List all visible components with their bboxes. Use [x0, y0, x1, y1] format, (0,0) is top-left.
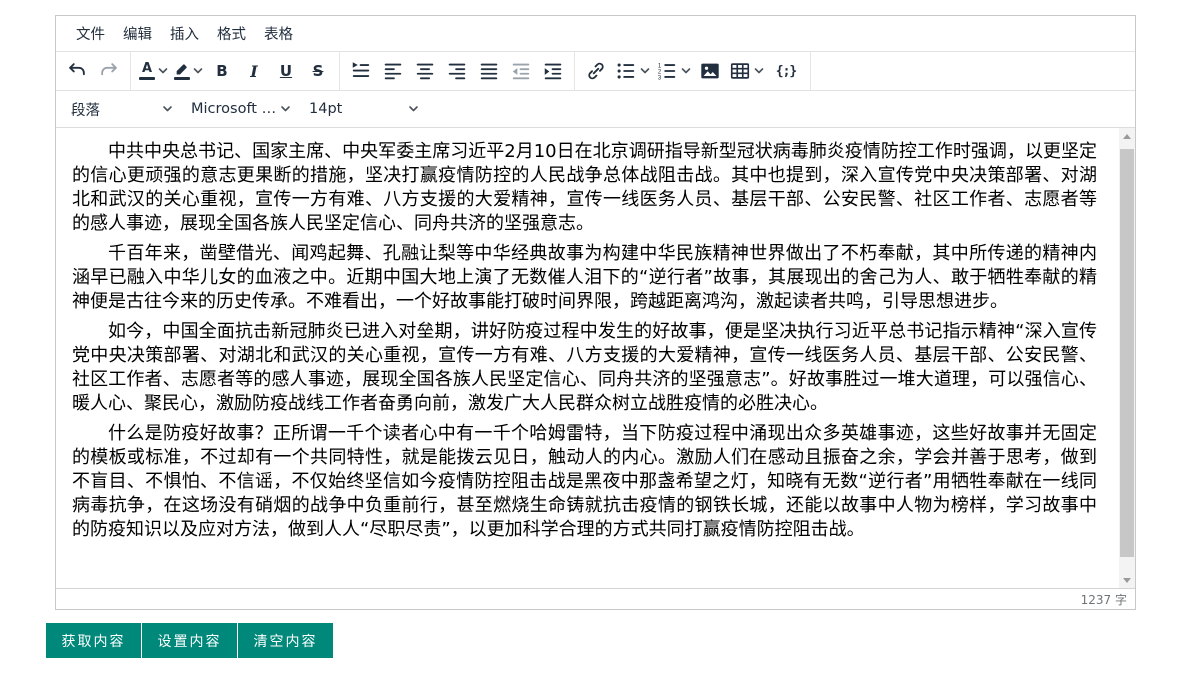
align-center-button[interactable] [409, 56, 441, 86]
paragraph: 如今，中国全面抗击新冠肺炎已进入对垒期，讲好防疫过程中发生的好故事，便是坚决执行… [72, 320, 1097, 416]
triangle-up-icon [1123, 134, 1131, 139]
set-content-button[interactable]: 设置内容 [142, 623, 237, 658]
bold-button[interactable]: B [206, 56, 238, 86]
strikethrough-button[interactable]: S [302, 56, 334, 86]
image-icon [699, 60, 721, 82]
font-size-value: 14pt [309, 101, 342, 117]
indent-icon [542, 60, 564, 82]
paragraph: 什么是防疫好故事？正所谓一千个读者心中有一千个哈姆雷特，当下防疫过程中涌现出众多… [72, 422, 1097, 542]
menubar: 文件 编辑 插入 格式 表格 [56, 16, 1135, 52]
get-content-button[interactable]: 获取内容 [46, 623, 141, 658]
link-icon [585, 60, 607, 82]
menu-edit[interactable]: 编辑 [114, 19, 161, 48]
scroll-up-arrow[interactable] [1119, 128, 1135, 144]
toolbar-group-fonts: A B I U S [131, 52, 340, 90]
redo-icon [98, 60, 120, 82]
chevron-down-icon[interactable] [640, 67, 650, 75]
highlight-color-button[interactable] [171, 56, 206, 86]
menu-insert[interactable]: 插入 [161, 19, 208, 48]
triangle-down-icon [1123, 578, 1131, 583]
text-color-icon: A [139, 63, 155, 80]
bullet-list-button[interactable] [612, 56, 653, 86]
bullet-list-icon [615, 60, 637, 82]
align-left-button[interactable] [377, 56, 409, 86]
menu-format[interactable]: 格式 [208, 19, 255, 48]
indent-button[interactable] [537, 56, 569, 86]
outdent-icon [510, 60, 532, 82]
chevron-down-icon[interactable] [681, 67, 691, 75]
align-center-icon [414, 60, 436, 82]
editor-document[interactable]: 中共中央总书记、国家主席、中央军委主席习近平2月10日在北京调研指导新型冠状病毒… [56, 128, 1135, 588]
insert-image-button[interactable] [694, 56, 726, 86]
toolbar-group-history [56, 52, 131, 90]
outdent-button[interactable] [505, 56, 537, 86]
toolbar-spacer [811, 52, 1135, 90]
paragraph: 千百年来，凿壁借光、闻鸡起舞、孔融让梨等中华经典故事为构建中华民族精神世界做出了… [72, 242, 1097, 314]
font-family-value: Microsoft YaH... [191, 101, 280, 117]
align-justify-icon [478, 60, 500, 82]
block-format-select[interactable]: 段落 [62, 94, 182, 124]
numbered-list-button[interactable]: 123 [653, 56, 694, 86]
block-format-value: 段落 [71, 99, 100, 120]
chevron-down-icon [408, 105, 419, 113]
paragraph: 中共中央总书记、国家主席、中央军委主席习近平2月10日在北京调研指导新型冠状病毒… [72, 140, 1097, 236]
editor-content-area[interactable]: 中共中央总书记、国家主席、中央军委主席习近平2月10日在北京调研指导新型冠状病毒… [56, 128, 1135, 588]
link-button[interactable] [580, 56, 612, 86]
action-buttons: 获取内容 设置内容 清空内容 [46, 623, 333, 658]
undo-icon [66, 60, 88, 82]
align-right-icon [446, 60, 468, 82]
word-count: 1237 字 [1081, 591, 1127, 608]
chevron-down-icon[interactable] [158, 67, 168, 75]
font-family-select[interactable]: Microsoft YaH... [182, 94, 300, 124]
menu-table[interactable]: 表格 [255, 19, 302, 48]
italic-icon: I [250, 62, 257, 81]
toolbar-format: 段落 Microsoft YaH... 14pt [56, 91, 1135, 128]
menu-file[interactable]: 文件 [67, 19, 114, 48]
chevron-down-icon[interactable] [754, 67, 764, 75]
italic-button[interactable]: I [238, 56, 270, 86]
highlight-color-icon [174, 62, 190, 80]
strikethrough-icon: S [313, 62, 324, 80]
first-line-indent-icon [350, 60, 372, 82]
align-right-button[interactable] [441, 56, 473, 86]
numbered-list-icon: 123 [656, 60, 678, 82]
text-color-button[interactable]: A [136, 56, 171, 86]
redo-button[interactable] [93, 56, 125, 86]
toolbar-group-insert: 123 {;} [575, 52, 811, 90]
align-left-icon [382, 60, 404, 82]
scroll-down-arrow[interactable] [1119, 572, 1135, 588]
numlist-digit-3: 3 [658, 75, 662, 81]
statusbar: 1237 字 [56, 588, 1135, 609]
chevron-down-icon [162, 105, 173, 113]
toolbar-group-align [340, 52, 575, 90]
rich-text-editor: 文件 编辑 插入 格式 表格 A [55, 15, 1136, 610]
code-sample-icon: {;} [776, 64, 796, 79]
underline-icon: U [280, 62, 292, 80]
undo-button[interactable] [61, 56, 93, 86]
underline-button[interactable]: U [270, 56, 302, 86]
font-size-select[interactable]: 14pt [300, 94, 428, 124]
chevron-down-icon[interactable] [193, 67, 203, 75]
scrollbar-thumb[interactable] [1120, 149, 1134, 557]
vertical-scrollbar[interactable] [1119, 128, 1135, 588]
align-justify-button[interactable] [473, 56, 505, 86]
toolbar-main: A B I U S [56, 52, 1135, 91]
first-line-indent-button[interactable] [345, 56, 377, 86]
chevron-down-icon [280, 105, 291, 113]
table-icon [729, 60, 751, 82]
clear-content-button[interactable]: 清空内容 [238, 623, 333, 658]
code-sample-button[interactable]: {;} [767, 56, 805, 86]
table-button[interactable] [726, 56, 767, 86]
bold-icon: B [216, 62, 227, 80]
